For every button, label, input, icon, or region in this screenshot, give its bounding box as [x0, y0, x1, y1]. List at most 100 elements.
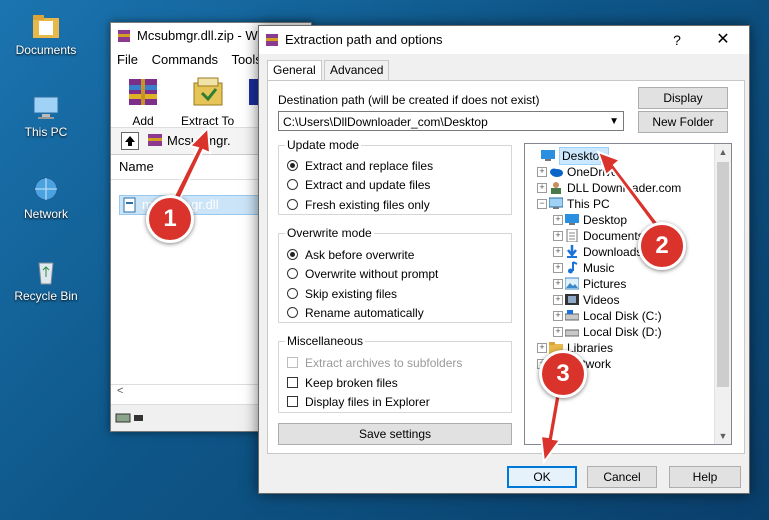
radio-fresh-existing[interactable]: Fresh existing files only: [287, 197, 430, 213]
scroll-up-icon[interactable]: ▲: [715, 144, 731, 160]
expand-icon[interactable]: +: [553, 311, 563, 321]
option-label: Display files in Explorer: [305, 395, 430, 409]
radio-skip-existing[interactable]: Skip existing files: [287, 286, 397, 302]
radio-button[interactable]: [287, 288, 298, 299]
radio-button[interactable]: [287, 179, 298, 190]
tree-item-label: Downloads: [583, 245, 643, 259]
check-extract-subfolders: Extract archives to subfolders: [287, 355, 462, 371]
desktop-icon-label: Network: [23, 207, 68, 221]
winrar-title: Mcsubmgr.dll.zip - W: [137, 28, 258, 43]
destination-path-value: C:\Users\DllDownloader_com\Desktop: [283, 115, 488, 129]
winrar-app-icon: [118, 30, 130, 42]
option-label: Extract and update files: [305, 178, 431, 192]
tab-general[interactable]: General: [267, 60, 322, 81]
check-display-in-explorer[interactable]: Display files in Explorer: [287, 394, 430, 410]
scroll-left-arrow[interactable]: <: [117, 385, 123, 397]
radio-overwrite-without-prompt[interactable]: Overwrite without prompt: [287, 266, 438, 282]
scroll-down-icon[interactable]: ▼: [715, 428, 731, 444]
tree-item-label: Local Disk (D:): [583, 325, 662, 339]
expand-icon[interactable]: +: [537, 343, 547, 353]
radio-button[interactable]: [287, 160, 298, 171]
close-icon[interactable]: ✕: [711, 26, 735, 54]
disk-icon: [565, 310, 579, 321]
menu-file[interactable]: File: [117, 52, 138, 67]
radio-button[interactable]: [287, 268, 298, 279]
expand-icon[interactable]: +: [537, 183, 547, 193]
tree-item-label: DLL Downloader.com: [567, 181, 682, 195]
expand-icon[interactable]: +: [553, 247, 563, 257]
option-label: Extract and replace files: [305, 159, 434, 173]
radio-extract-replace[interactable]: Extract and replace files: [287, 158, 433, 174]
music-icon: [568, 261, 578, 274]
expand-icon[interactable]: +: [553, 263, 563, 273]
checkbox[interactable]: [287, 396, 298, 407]
tree-item-label: Documents: [583, 229, 644, 243]
expand-icon[interactable]: +: [553, 295, 563, 305]
dialog-title-bar[interactable]: Extraction path and options ? ✕: [259, 26, 749, 54]
expand-icon[interactable]: +: [553, 279, 563, 289]
new-folder-button[interactable]: New Folder: [638, 111, 728, 133]
option-label: Rename automatically: [305, 306, 424, 320]
option-label: Fresh existing files only: [305, 198, 430, 212]
scroll-thumb[interactable]: [717, 162, 729, 387]
menu-commands[interactable]: Commands: [152, 52, 218, 67]
display-button[interactable]: Display: [638, 87, 728, 109]
downloads-icon: [567, 245, 577, 258]
step-badge-1: 1: [146, 195, 194, 243]
disk-icon: [565, 329, 579, 337]
add-label: Add: [132, 114, 154, 128]
checkbox[interactable]: [287, 377, 298, 388]
miscellaneous-group: Miscellaneous Extract archives to subfol…: [278, 334, 512, 413]
collapse-icon[interactable]: −: [537, 199, 547, 209]
radio-rename-automatically[interactable]: Rename automatically: [287, 305, 424, 321]
this-pc-icon: [33, 96, 59, 119]
up-folder-button[interactable]: [121, 132, 139, 150]
chevron-down-icon[interactable]: ▼: [609, 112, 619, 132]
step-badge-3: 3: [539, 350, 587, 398]
network-icon: [34, 177, 58, 201]
option-label: Ask before overwrite: [305, 248, 415, 262]
destination-path-combo[interactable]: C:\Users\DllDownloader_com\Desktop ▼: [278, 111, 624, 131]
option-label: Overwrite without prompt: [305, 267, 439, 281]
radio-button[interactable]: [287, 199, 298, 210]
radio-ask-before-overwrite[interactable]: Ask before overwrite: [287, 247, 414, 263]
up-arrow-icon: [125, 136, 135, 146]
add-button[interactable]: Add: [123, 75, 163, 128]
archive-path: Mcsubmgr.: [167, 133, 231, 148]
videos-icon: [565, 294, 579, 305]
tree-vertical-scrollbar[interactable]: ▲ ▼: [714, 144, 731, 444]
desktop-icon-label: Documents: [15, 43, 77, 57]
checkbox: [287, 357, 298, 368]
ok-button[interactable]: OK: [507, 466, 577, 488]
winrar-app-icon: [266, 34, 278, 46]
help-icon[interactable]: ?: [665, 26, 689, 54]
radio-button[interactable]: [287, 307, 298, 318]
expand-icon[interactable]: +: [553, 231, 563, 241]
desktop-icon: [565, 214, 579, 225]
expand-icon[interactable]: +: [553, 215, 563, 225]
overwrite-mode-group: Overwrite mode Ask before overwrite Over…: [278, 226, 512, 323]
save-settings-button[interactable]: Save settings: [278, 423, 512, 445]
destination-path-label: Destination path (will be created if doe…: [278, 93, 540, 107]
help-button[interactable]: Help: [669, 466, 741, 488]
folder-tree[interactable]: Desktop + OneDrive + DLL Downloader.com …: [524, 143, 732, 445]
tree-item-label: Music: [583, 261, 615, 275]
tree-item-label: Desktop: [559, 147, 610, 165]
extract-to-button[interactable]: Extract To: [181, 75, 234, 128]
radio-extract-update[interactable]: Extract and update files: [287, 177, 430, 193]
desktop-icon-network[interactable]: Network: [8, 176, 84, 221]
horizontal-scrollbar[interactable]: <: [111, 384, 258, 401]
cancel-button[interactable]: Cancel: [587, 466, 657, 488]
tab-advanced[interactable]: Advanced: [324, 60, 390, 80]
desktop-icon-this-pc[interactable]: This PC: [8, 94, 84, 139]
extract-to-icon: [193, 77, 223, 106]
desktop-icon-recycle-bin[interactable]: Recycle Bin: [8, 258, 84, 303]
tree-item-label: Desktop: [583, 213, 628, 227]
expand-icon[interactable]: +: [537, 167, 547, 177]
this-pc-icon: [549, 197, 563, 209]
expand-icon[interactable]: +: [553, 327, 563, 337]
check-keep-broken[interactable]: Keep broken files: [287, 375, 398, 391]
radio-button[interactable]: [287, 249, 298, 260]
desktop-icon-documents[interactable]: Documents: [8, 12, 84, 57]
miscellaneous-title: Miscellaneous: [285, 334, 366, 348]
